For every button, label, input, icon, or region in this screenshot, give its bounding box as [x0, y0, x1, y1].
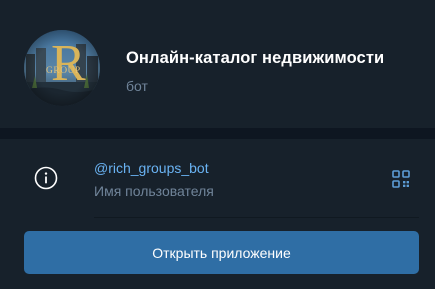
bot-avatar[interactable]: R GROUP — [24, 30, 100, 106]
info-icon — [34, 166, 58, 190]
username-caption: Имя пользователя — [94, 183, 214, 199]
row-separator — [94, 217, 419, 218]
profile-header: R GROUP Онлайн-каталог недвижимости бот — [0, 0, 435, 128]
section-divider — [0, 128, 435, 139]
logo-letter: R — [51, 35, 86, 92]
logo-word: GROUP — [46, 66, 81, 76]
open-app-button[interactable]: Открыть приложение — [24, 231, 419, 274]
bot-profile-panel: R GROUP Онлайн-каталог недвижимости бот … — [0, 0, 435, 289]
info-section: @rich_groups_bot Имя пользователя Открыт… — [0, 139, 435, 289]
qr-code-icon[interactable] — [392, 170, 410, 188]
bot-subtitle: бот — [126, 78, 148, 94]
username-link[interactable]: @rich_groups_bot — [94, 160, 209, 176]
bot-title: Онлайн-каталог недвижимости — [126, 49, 385, 67]
